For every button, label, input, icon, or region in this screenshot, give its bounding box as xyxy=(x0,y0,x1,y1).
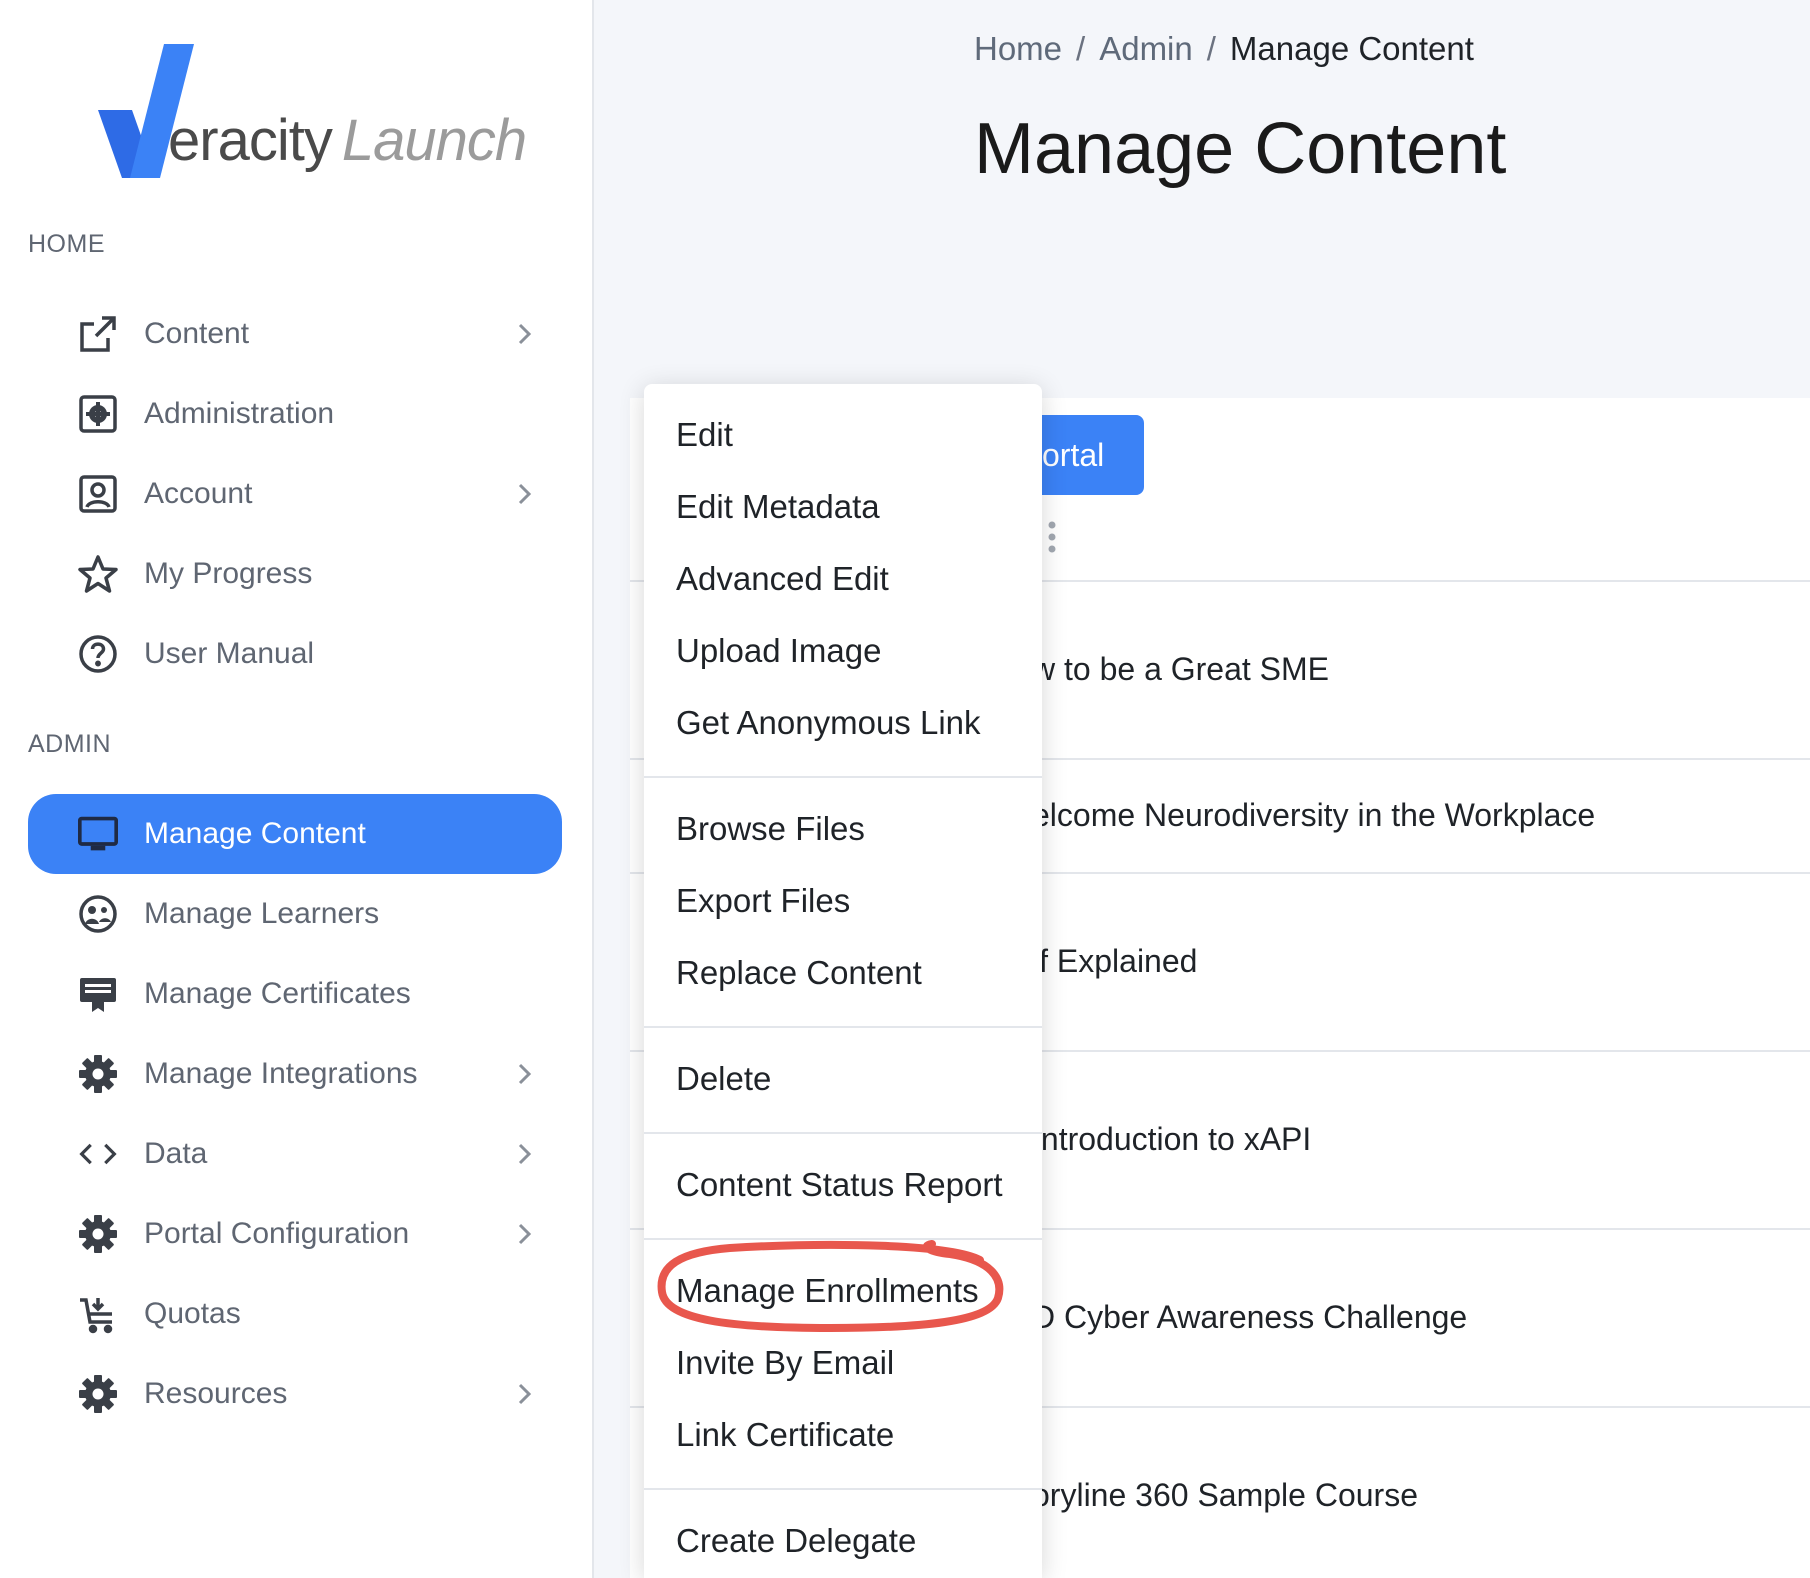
cart-icon xyxy=(78,1294,118,1334)
star-icon xyxy=(78,554,118,594)
breadcrumb: Home / Admin / Manage Content xyxy=(974,30,1474,68)
sidebar-item-label: User Manual xyxy=(144,637,315,670)
chevron-right-icon xyxy=(518,1143,532,1165)
chevron-right-icon xyxy=(518,1383,532,1405)
menu-item-upload-image[interactable]: Upload Image xyxy=(644,618,1042,684)
menu-separator xyxy=(644,1488,1042,1490)
sidebar-item-label: Content xyxy=(144,317,250,350)
sidebar-item-label: Administration xyxy=(144,397,335,430)
sidebar-item-label: Data xyxy=(144,1137,208,1170)
sidebar-item-label: Manage Integrations xyxy=(144,1057,418,1090)
sidebar-item-label: Account xyxy=(144,477,253,510)
gear-icon xyxy=(78,1214,118,1254)
menu-item-advanced-edit[interactable]: Advanced Edit xyxy=(644,546,1042,612)
context-menu: Edit Edit Metadata Advanced Edit Upload … xyxy=(644,384,1042,1578)
breadcrumb-home[interactable]: Home xyxy=(974,30,1062,67)
logo-wordmark: eracity Launch xyxy=(168,108,527,173)
content-row-title[interactable]: lf Explained xyxy=(1032,943,1197,980)
help-circle-icon xyxy=(78,634,118,674)
menu-item-get-anonymous-link[interactable]: Get Anonymous Link xyxy=(644,690,1042,756)
menu-item-delete[interactable]: Delete xyxy=(644,1046,1042,1112)
sidebar-item-manage-certificates[interactable]: Manage Certificates xyxy=(28,954,562,1034)
chevron-right-icon xyxy=(518,1063,532,1085)
code-icon xyxy=(78,1134,118,1174)
menu-item-link-certificate[interactable]: Link Certificate xyxy=(644,1402,1042,1468)
home-section-label: HOME xyxy=(28,230,105,258)
sidebar-item-label: Portal Configuration xyxy=(144,1217,410,1250)
sidebar-item-label: Manage Learners xyxy=(144,897,380,930)
sidebar-item-label: Manage Content xyxy=(144,817,366,850)
sidebar-item-manage-content[interactable]: Manage Content xyxy=(28,794,562,874)
menu-separator xyxy=(644,1026,1042,1028)
menu-item-browse-files[interactable]: Browse Files xyxy=(644,796,1042,862)
chevron-right-icon xyxy=(518,483,532,505)
sidebar-item-administration[interactable]: Administration xyxy=(28,374,562,454)
menu-item-edit[interactable]: Edit xyxy=(644,402,1042,468)
more-options-icon[interactable] xyxy=(1046,520,1058,554)
sidebar-item-label: Resources xyxy=(144,1377,288,1410)
sidebar-item-label: My Progress xyxy=(144,557,313,590)
gear-icon xyxy=(78,1054,118,1094)
menu-separator xyxy=(644,776,1042,778)
sidebar-item-user-manual[interactable]: User Manual xyxy=(28,614,562,694)
menu-separator xyxy=(644,1132,1042,1134)
breadcrumb-separator: / xyxy=(1076,30,1086,67)
menu-separator xyxy=(644,1238,1042,1240)
menu-item-invite-by-email[interactable]: Invite By Email xyxy=(644,1330,1042,1396)
external-link-icon xyxy=(78,314,118,354)
sidebar-item-resources[interactable]: Resources xyxy=(28,1354,562,1434)
sidebar-item-data[interactable]: Data xyxy=(28,1114,562,1194)
sidebar: eracity Launch HOME Content Administratio… xyxy=(0,0,594,1578)
page-title: Manage Content xyxy=(974,109,1507,189)
menu-item-content-status-report[interactable]: Content Status Report xyxy=(644,1152,1042,1218)
breadcrumb-current: Manage Content xyxy=(1229,30,1474,67)
breadcrumb-separator: / xyxy=(1206,30,1216,67)
gear-icon xyxy=(78,1374,118,1414)
sidebar-item-label: Quotas xyxy=(144,1297,241,1330)
breadcrumb-admin[interactable]: Admin xyxy=(1099,30,1193,67)
menu-item-create-delegate[interactable]: Create Delegate xyxy=(644,1508,1042,1574)
veracity-launch-logo[interactable]: eracity Launch xyxy=(98,40,527,190)
menu-item-export-files[interactable]: Export Files xyxy=(644,868,1042,934)
content-row-title[interactable]: oryline 360 Sample Course xyxy=(1032,1477,1418,1514)
sidebar-item-label: Manage Certificates xyxy=(144,977,411,1010)
content-row-title[interactable]: D Cyber Awareness Challenge xyxy=(1032,1299,1467,1336)
certificate-icon xyxy=(78,974,118,1014)
admin-gear-icon xyxy=(78,394,118,434)
content-row-title[interactable]: w to be a Great SME xyxy=(1032,651,1329,688)
content-row-title[interactable]: elcome Neurodiversity in the Workplace xyxy=(1032,797,1595,834)
menu-item-replace-content[interactable]: Replace Content xyxy=(644,940,1042,1006)
sidebar-item-my-progress[interactable]: My Progress xyxy=(28,534,562,614)
chevron-right-icon xyxy=(518,323,532,345)
sidebar-item-quotas[interactable]: Quotas xyxy=(28,1274,562,1354)
sidebar-item-account[interactable]: Account xyxy=(28,454,562,534)
menu-item-edit-metadata[interactable]: Edit Metadata xyxy=(644,474,1042,540)
sidebar-item-manage-learners[interactable]: Manage Learners xyxy=(28,874,562,954)
sidebar-item-portal-configuration[interactable]: Portal Configuration xyxy=(28,1194,562,1274)
sidebar-item-content[interactable]: Content xyxy=(28,294,562,374)
admin-section-label: ADMIN xyxy=(28,730,112,758)
menu-item-manage-enrollments[interactable]: Manage Enrollments xyxy=(644,1258,1042,1324)
sidebar-item-manage-integrations[interactable]: Manage Integrations xyxy=(28,1034,562,1114)
monitor-icon xyxy=(78,814,118,854)
content-row-title[interactable]: Introduction to xAPI xyxy=(1032,1121,1311,1158)
chevron-right-icon xyxy=(518,1223,532,1245)
account-icon xyxy=(78,474,118,514)
learners-icon xyxy=(78,894,118,934)
